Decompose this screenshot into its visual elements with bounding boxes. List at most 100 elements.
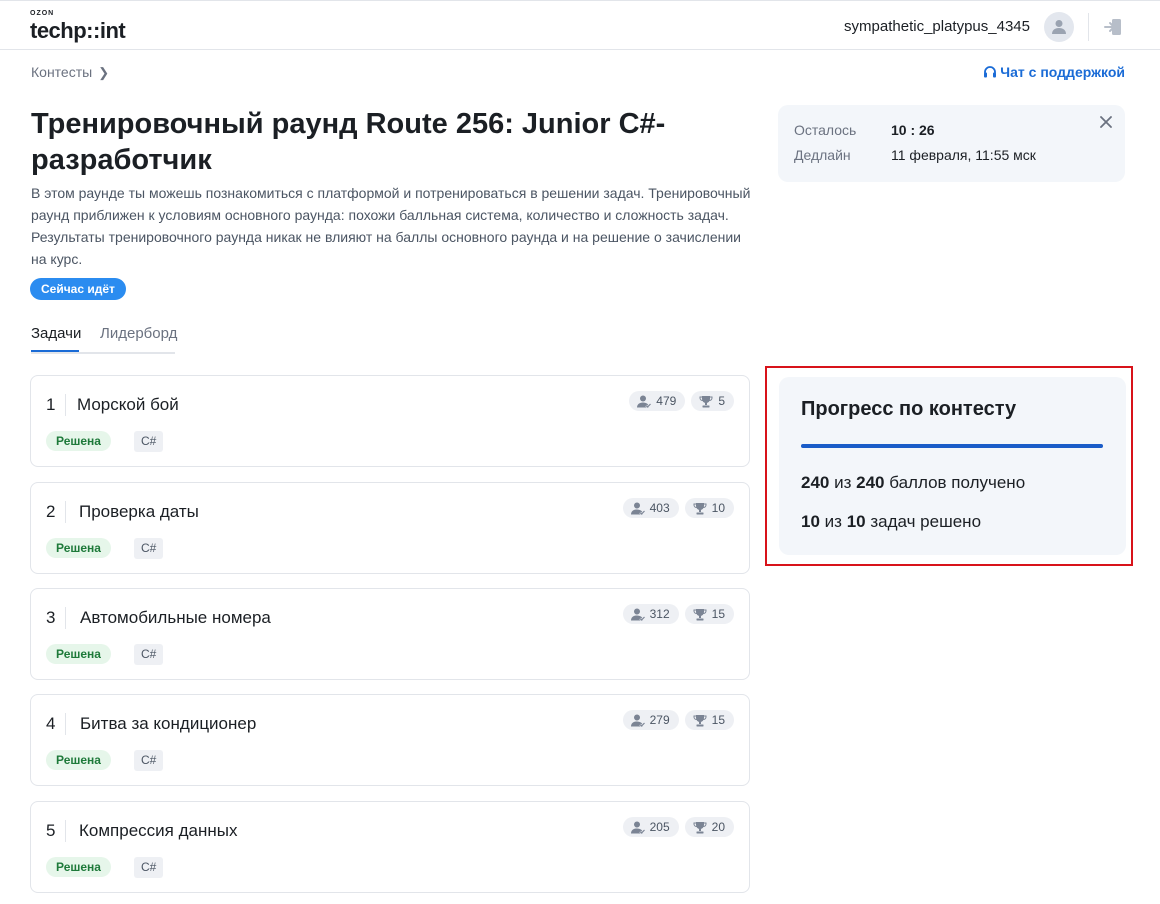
solvers-icon: [630, 714, 645, 727]
task-number: 2: [46, 502, 56, 521]
techpoint-logo[interactable]: OZON techp::int: [30, 10, 140, 43]
task-title[interactable]: Компрессия данных: [79, 821, 237, 841]
solvers-count-pill: 279: [622, 710, 679, 730]
task-card[interactable]: 4 Битва за кондиционер Решена C# 279 15: [30, 694, 750, 786]
timer-card: Осталось 10 : 26 Дедлайн 11 февраля, 11:…: [778, 105, 1125, 182]
points-of: из: [834, 473, 852, 492]
logout-icon: [1104, 19, 1121, 35]
task-title[interactable]: Морской бой: [77, 395, 179, 415]
task-stats: 479 5: [629, 391, 734, 411]
task-points-pill: 15: [684, 604, 734, 624]
task-card[interactable]: 2 Проверка даты Решена C# 403 10: [30, 482, 750, 574]
header-divider: [1088, 13, 1089, 41]
task-stats: 403 10: [622, 498, 734, 518]
top-bar: OZON techp::int sympathetic_platypus_434…: [0, 0, 1160, 50]
active-tab-indicator: [31, 350, 79, 352]
deadline-label: Дедлайн: [794, 147, 851, 163]
breadcrumb[interactable]: Контесты ❯: [31, 64, 109, 81]
trophy-icon: [693, 714, 707, 726]
task-points-pill: 20: [684, 817, 734, 837]
avatar[interactable]: [1044, 12, 1074, 42]
task-title[interactable]: Автомобильные номера: [80, 608, 271, 628]
task-status-badge: Решена: [46, 431, 111, 451]
task-stats: 279 15: [622, 710, 734, 730]
task-points: 15: [711, 607, 725, 621]
task-points: 15: [711, 713, 725, 727]
task-separator: [65, 501, 66, 523]
task-language-tag: C#: [134, 644, 164, 665]
support-chat-link[interactable]: Чат с поддержкой: [983, 64, 1125, 80]
task-separator: [65, 713, 66, 735]
logo-ozon-text: OZON: [30, 10, 55, 17]
solvers-count-pill: 205: [622, 817, 679, 837]
solvers-count: 403: [649, 501, 670, 515]
task-card[interactable]: 3 Автомобильные номера Решена C# 312 15: [30, 588, 750, 680]
task-status-badge: Решена: [46, 857, 111, 877]
page-title: Тренировочный раунд Route 256: Junior C#…: [31, 108, 666, 176]
solvers-count-pill: 479: [629, 391, 686, 411]
task-points-pill: 15: [684, 710, 734, 730]
remaining-value: 10 : 26: [891, 122, 935, 138]
logo-techpoint-text: techp::int: [30, 18, 126, 43]
chevron-right-icon: ❯: [98, 65, 110, 80]
task-number: 3: [46, 608, 56, 627]
solvers-icon: [630, 502, 645, 515]
trophy-icon: [693, 821, 707, 833]
task-separator: [65, 607, 66, 629]
task-status-badge: Решена: [46, 750, 111, 770]
user-icon: [1052, 20, 1066, 34]
task-title[interactable]: Битва за кондиционер: [80, 714, 256, 734]
contest-tabs: Задачи Лидерборд: [31, 323, 177, 354]
task-language-tag: C#: [134, 857, 164, 878]
deadline-value: 11 февраля, 11:55 мск: [891, 147, 1036, 163]
tasks-suffix: задач решено: [870, 512, 982, 531]
points-suffix: баллов получено: [889, 473, 1026, 492]
task-language-tag: C#: [134, 431, 164, 452]
task-card[interactable]: 5 Компрессия данных Решена C# 205 20: [30, 801, 750, 893]
tasks-of: из: [824, 512, 842, 531]
tab-leaderboard[interactable]: Лидерборд: [100, 325, 177, 342]
task-points-pill: 10: [684, 498, 734, 518]
solvers-count-pill: 312: [622, 604, 679, 624]
solvers-count: 479: [656, 394, 677, 408]
headset-icon: [984, 66, 997, 78]
breadcrumb-contests[interactable]: Контесты: [31, 64, 92, 80]
points-total: 240: [856, 473, 885, 492]
task-points: 20: [711, 820, 725, 834]
tab-tasks[interactable]: Задачи: [31, 325, 81, 342]
solvers-icon: [630, 608, 645, 621]
status-badge: Сейчас идёт: [30, 278, 126, 300]
task-language-tag: C#: [134, 750, 164, 771]
solvers-icon: [637, 395, 652, 408]
solvers-count-pill: 403: [622, 498, 679, 518]
task-stats: 205 20: [622, 817, 734, 837]
progress-card: Прогресс по контесту 240 из 240 баллов п…: [779, 377, 1126, 555]
task-points-pill: 5: [691, 391, 734, 411]
remaining-label: Осталось: [794, 122, 857, 138]
username[interactable]: sympathetic_platypus_4345: [844, 18, 1030, 35]
task-title[interactable]: Проверка даты: [79, 502, 199, 522]
tasks-total: 10: [846, 512, 866, 531]
support-chat-label: Чат с поддержкой: [1000, 64, 1125, 80]
progress-bar-fill: [801, 444, 1103, 448]
task-status-badge: Решена: [46, 538, 111, 558]
task-number: 4: [46, 714, 56, 733]
solvers-count: 279: [649, 713, 670, 727]
task-separator: [65, 820, 66, 842]
solvers-icon: [630, 821, 645, 834]
task-points: 5: [718, 394, 725, 408]
task-language-tag: C#: [134, 538, 164, 559]
progress-title: Прогресс по контесту: [801, 398, 1017, 420]
task-card[interactable]: 1 Морской бой Решена C# 479 5: [30, 375, 750, 467]
points-summary: 240 из 240 баллов получено: [801, 473, 1025, 493]
tasks-summary: 10 из 10 задач решено: [801, 512, 981, 532]
trophy-icon: [693, 608, 707, 620]
close-button[interactable]: [1099, 115, 1113, 129]
close-icon: [1100, 116, 1112, 128]
logout-button[interactable]: [1103, 17, 1123, 37]
trophy-icon: [693, 502, 707, 514]
solvers-count: 312: [649, 607, 670, 621]
task-stats: 312 15: [622, 604, 734, 624]
task-points: 10: [711, 501, 725, 515]
points-got: 240: [801, 473, 830, 492]
